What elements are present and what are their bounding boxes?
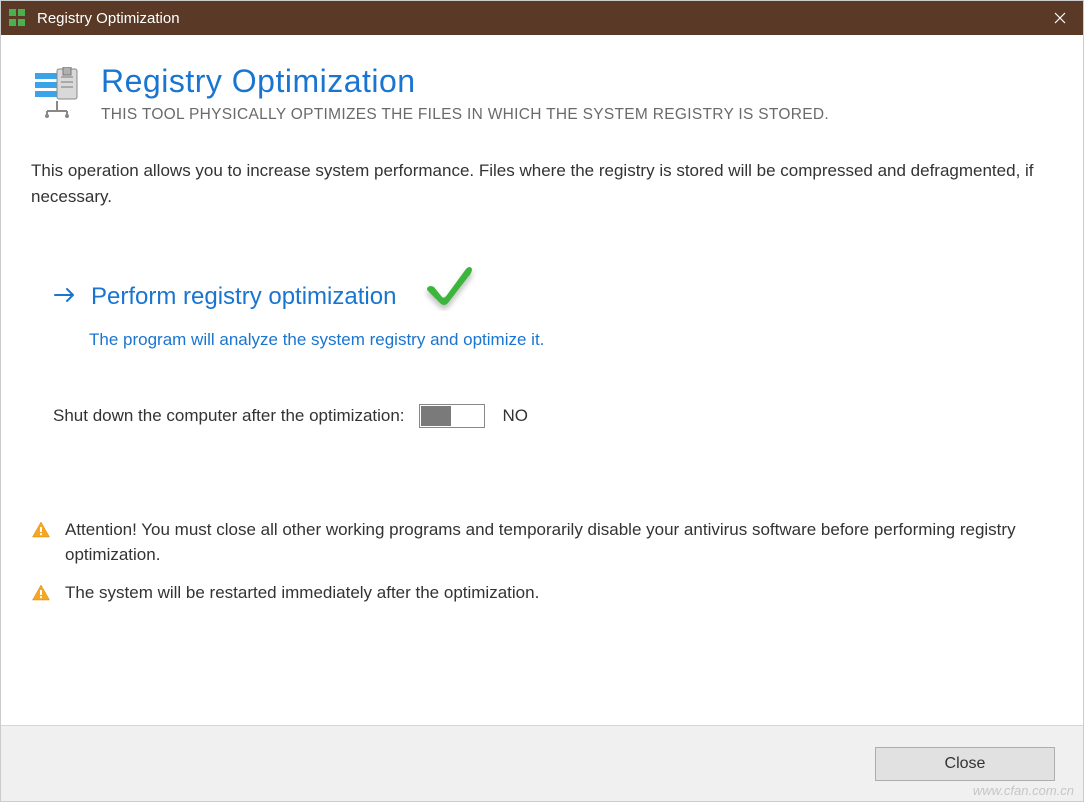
warning-icon (31, 520, 51, 548)
warnings-section: Attention! You must close all other work… (31, 518, 1053, 611)
action-subtitle: The program will analyze the system regi… (89, 330, 1053, 350)
close-button[interactable]: Close (875, 747, 1055, 781)
warning-icon (31, 583, 51, 611)
action-title: Perform registry optimization (91, 283, 396, 311)
arrow-right-icon (53, 284, 77, 310)
checkmark-icon (420, 261, 476, 316)
warning-item: The system will be restarted immediately… (31, 581, 1053, 611)
close-icon (1054, 12, 1066, 24)
page-header: Registry Optimization THIS TOOL PHYSICAL… (31, 63, 1053, 124)
page-title: Registry Optimization (101, 63, 829, 100)
description-text: This operation allows you to increase sy… (31, 158, 1053, 209)
titlebar: Registry Optimization (1, 1, 1083, 35)
content-area: Registry Optimization THIS TOOL PHYSICAL… (1, 35, 1083, 725)
window-close-button[interactable] (1037, 1, 1083, 35)
warning-item: Attention! You must close all other work… (31, 518, 1053, 567)
shutdown-toggle[interactable] (419, 404, 485, 428)
shutdown-state: NO (503, 406, 529, 426)
warning-text: The system will be restarted immediately… (65, 581, 539, 606)
app-icon (9, 9, 27, 27)
registry-optimize-icon (31, 67, 83, 119)
footer-bar: Close (1, 725, 1083, 801)
shutdown-label: Shut down the computer after the optimiz… (53, 406, 405, 426)
window-title: Registry Optimization (37, 10, 180, 27)
page-subtitle: THIS TOOL PHYSICALLY OPTIMIZES THE FILES… (101, 106, 829, 124)
warning-text: Attention! You must close all other work… (65, 518, 1053, 567)
shutdown-option-row: Shut down the computer after the optimiz… (53, 404, 1053, 428)
perform-optimization-action[interactable]: Perform registry optimization The progra… (53, 269, 1053, 350)
